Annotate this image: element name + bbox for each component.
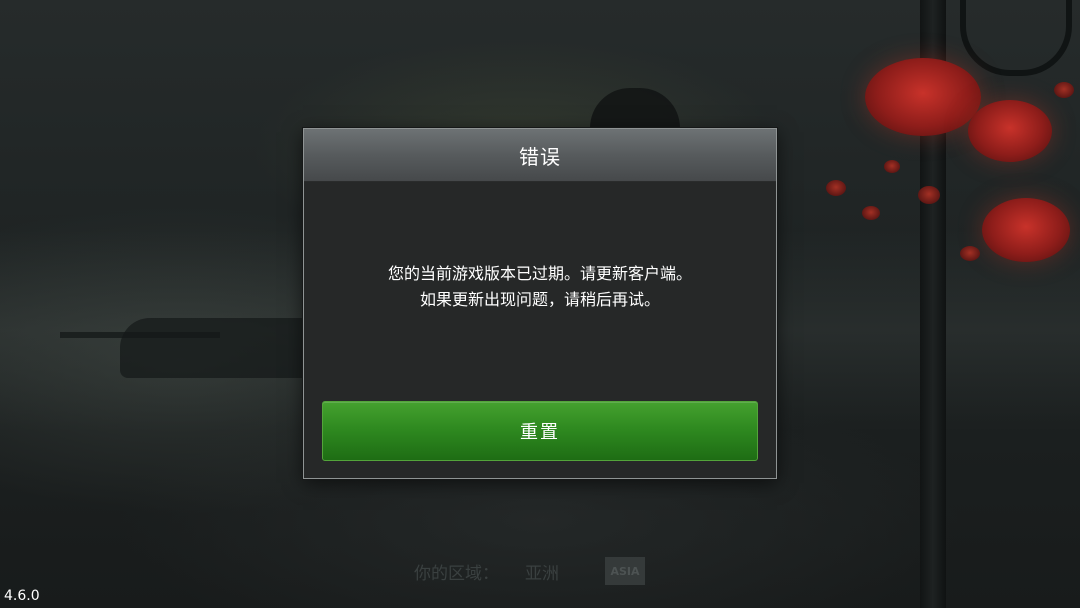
version-label: 4.6.0 (4, 588, 40, 604)
red-lantern (865, 58, 981, 136)
dialog-message: 您的当前游戏版本已过期。请更新客户端。 如果更新出现问题，请稍后再试。 (304, 261, 776, 313)
message-line: 您的当前游戏版本已过期。请更新客户端。 (387, 264, 692, 283)
red-lantern (918, 186, 940, 204)
tank-barrel (60, 332, 220, 338)
region-label: 你的区域： (414, 563, 499, 584)
region-value: 亚洲 (525, 563, 559, 584)
red-lantern (884, 160, 900, 173)
message-line: 如果更新出现问题，请稍后再试。 (419, 290, 660, 309)
red-lantern (960, 246, 980, 261)
red-lantern (968, 100, 1052, 162)
region-badge: ASIA (605, 557, 645, 585)
region-indicator: 你的区域： 亚洲 ASIA (414, 557, 645, 585)
red-lantern (1054, 82, 1074, 98)
dialog-title: 错误 (519, 144, 561, 169)
reset-button[interactable]: 重置 (322, 401, 758, 461)
red-lantern (862, 206, 880, 220)
lamp-ironwork (960, 0, 1072, 76)
red-lantern (826, 180, 846, 196)
red-lantern (982, 198, 1070, 262)
dialog-header: 错误 (304, 129, 776, 182)
error-dialog: 错误 您的当前游戏版本已过期。请更新客户端。 如果更新出现问题，请稍后再试。 重… (303, 128, 777, 479)
